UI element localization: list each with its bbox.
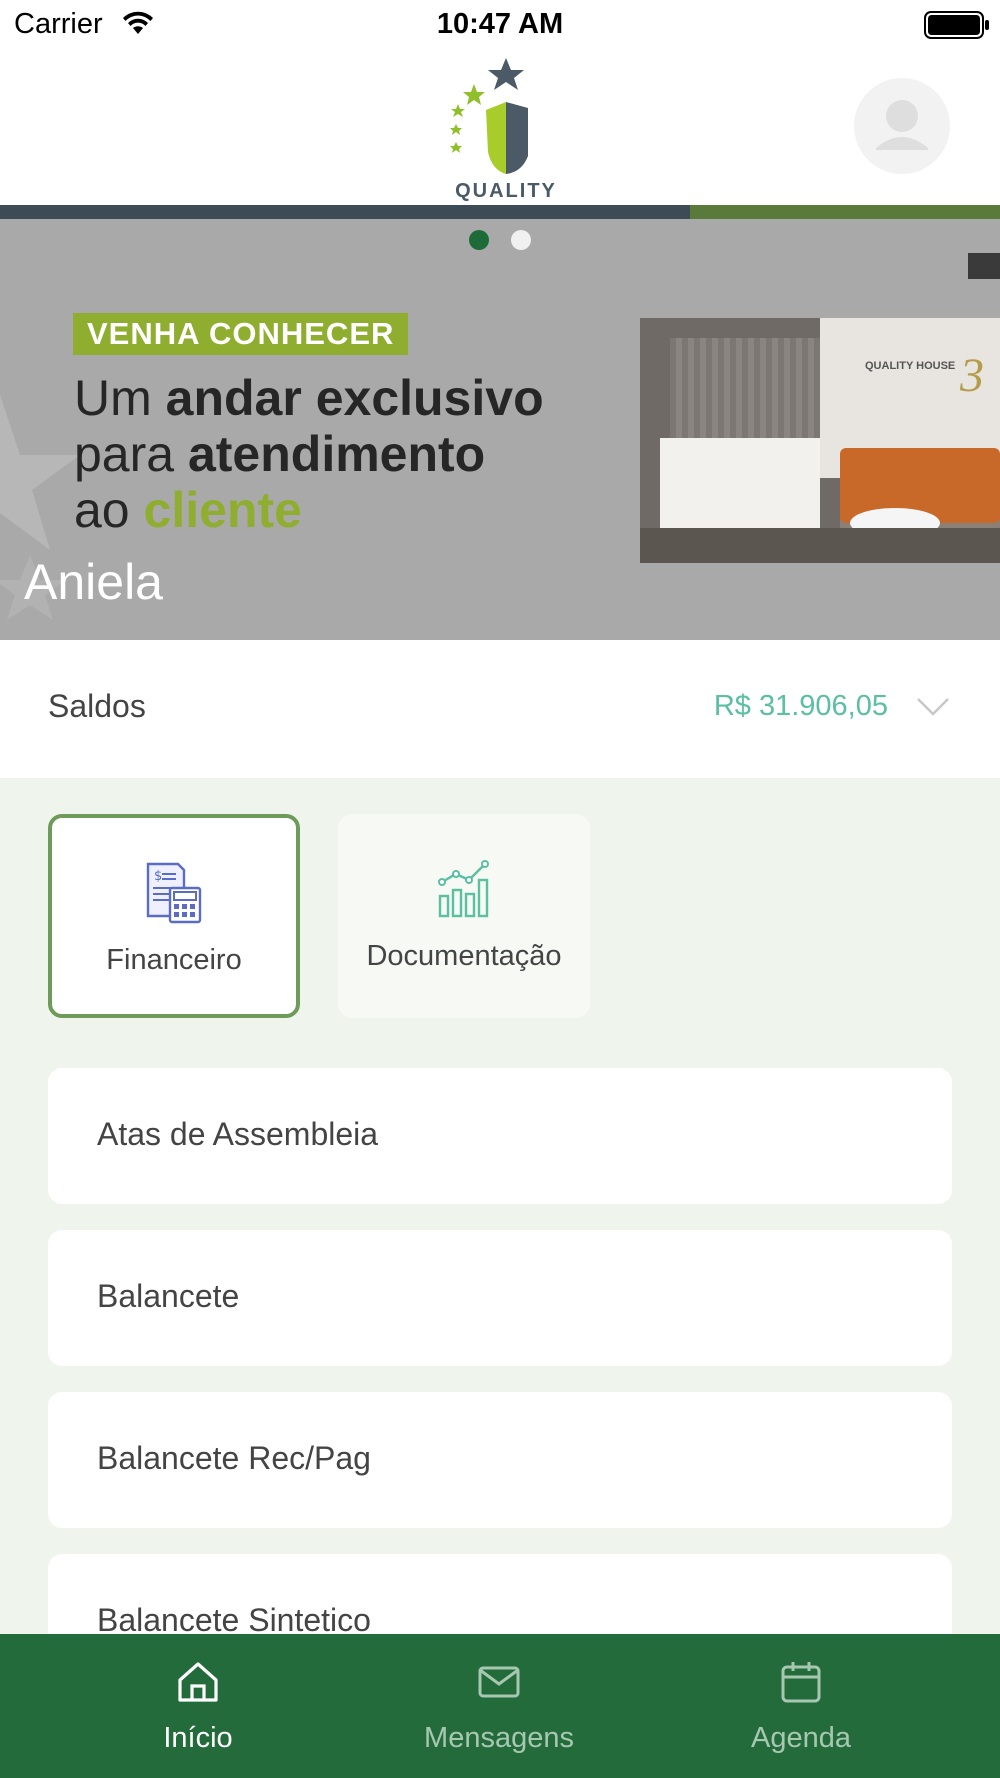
- balance-row[interactable]: Saldos R$ 31.906,05: [0, 640, 1000, 778]
- banner-headline: Um andar exclusivo para atendimento ao c…: [74, 370, 544, 538]
- mail-icon: [349, 1660, 649, 1709]
- category-tab-label: Documentação: [366, 940, 562, 972]
- category-tab-label: Financeiro: [106, 944, 242, 976]
- carousel-dot-2[interactable]: [511, 230, 531, 250]
- svg-text:$: $: [154, 869, 162, 884]
- tab-mensagens[interactable]: Mensagens: [349, 1634, 649, 1778]
- status-bar: Carrier 10:47 AM: [0, 0, 1000, 50]
- user-avatar-icon: [876, 100, 928, 150]
- bar-chart-icon: [338, 860, 590, 923]
- photo-wall-logo: QUALITY HOUSE: [865, 360, 956, 372]
- carousel-page-indicator[interactable]: [0, 230, 1000, 255]
- banner-photo: QUALITY HOUSE 3: [640, 318, 1000, 563]
- clock: 10:47 AM: [436, 8, 564, 40]
- category-tab-documentacao[interactable]: Documentação: [338, 814, 590, 1018]
- document-list-item[interactable]: Balancete: [48, 1230, 952, 1366]
- tab-inicio[interactable]: Início: [48, 1634, 348, 1778]
- battery-icon: [924, 10, 990, 45]
- tab-agenda[interactable]: Agenda: [651, 1634, 951, 1778]
- balance-value: R$ 31.906,05: [713, 690, 888, 722]
- document-list-item[interactable]: Balancete Rec/Pag: [48, 1392, 952, 1528]
- documents-section: $ Financeiro Documentação Atas de Assemb…: [0, 778, 1000, 1634]
- tab-label: Mensagens: [424, 1722, 574, 1754]
- app-header: QUALITY HOUSE: [0, 50, 1000, 225]
- document-list-item[interactable]: Atas de Assembleia: [48, 1068, 952, 1204]
- category-tab-financeiro[interactable]: $ Financeiro: [48, 814, 300, 1018]
- document-label: Balancete Sintetico: [97, 1602, 371, 1634]
- photo-floor-number: 3: [960, 349, 984, 402]
- balance-label: Saldos: [48, 688, 146, 724]
- tab-label: Início: [163, 1722, 233, 1754]
- banner-tag: VENHA CONHECER: [73, 313, 409, 355]
- banner-carousel[interactable]: VENHA CONHECER Um andar exclusivo para a…: [0, 205, 1000, 640]
- banner-top-stripe: [0, 205, 1000, 219]
- calendar-icon: [651, 1660, 951, 1709]
- bottom-tab-bar: Início Mensagens Agenda: [0, 1634, 1000, 1778]
- quality-house-logo: QUALITY HOUSE: [416, 52, 596, 225]
- document-label: Atas de Assembleia: [97, 1116, 379, 1152]
- banner-corner-decoration: [968, 253, 1000, 279]
- user-name: Aniela: [24, 554, 163, 610]
- document-label: Balancete Rec/Pag: [97, 1440, 371, 1476]
- chevron-down-icon[interactable]: [916, 696, 950, 723]
- calculator-invoice-icon: $: [52, 862, 296, 929]
- document-list-item[interactable]: Balancete Sintetico: [48, 1554, 952, 1634]
- carousel-dot-1[interactable]: [469, 230, 489, 250]
- document-label: Balancete: [97, 1278, 240, 1314]
- user-avatar-button[interactable]: [854, 78, 950, 174]
- tab-label: Agenda: [751, 1722, 851, 1754]
- home-icon: [48, 1660, 348, 1709]
